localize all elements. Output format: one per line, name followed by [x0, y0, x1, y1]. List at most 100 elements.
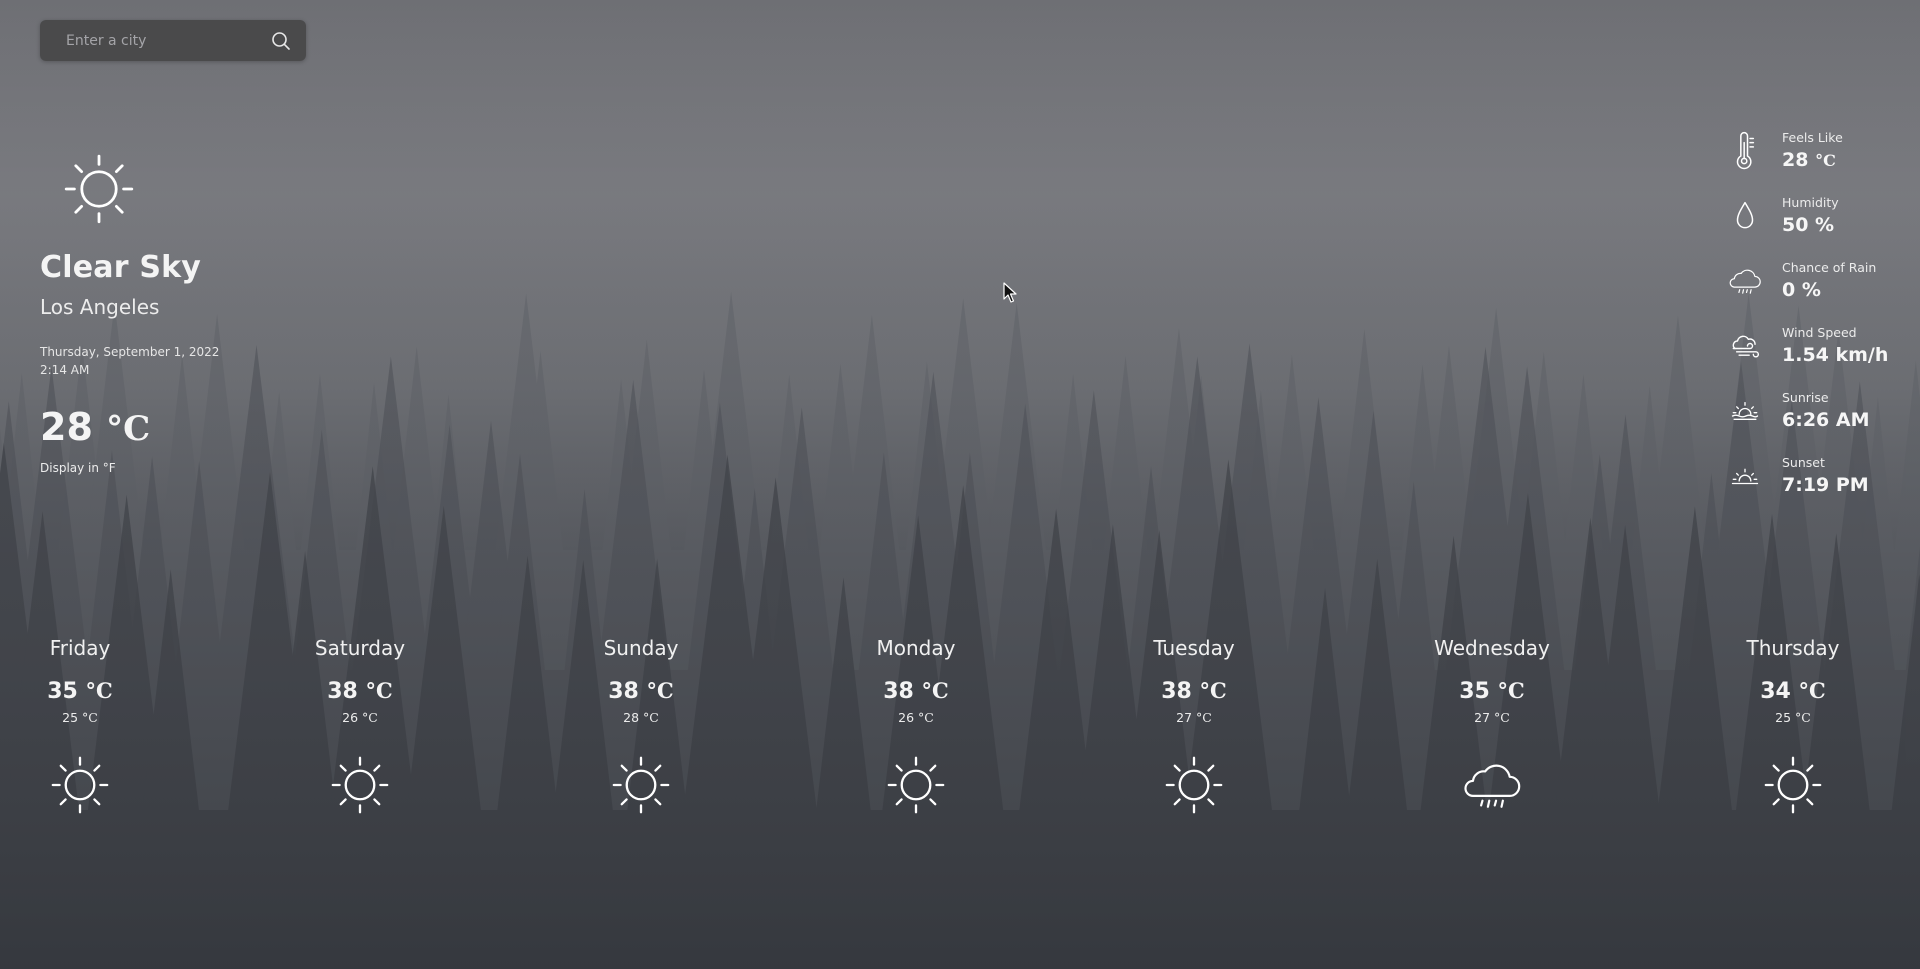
detail-value-number: 50 % [1782, 214, 1835, 236]
mouse-cursor [1003, 282, 1017, 303]
detail-chance-of-rain: Chance of Rain 0 % [1726, 248, 1916, 313]
detail-value-number: 28 [1782, 149, 1809, 171]
forecast-min-temp: 25 °C [1693, 710, 1893, 725]
forecast-max-unit: °C [1497, 678, 1525, 703]
forecast-min-value: 25 [1775, 710, 1792, 725]
forecast-max-value: 38 [883, 679, 914, 704]
forecast-max-unit: °C [1199, 678, 1227, 703]
forecast-max-temp: 38 °C [816, 678, 1016, 704]
forecast-day-name: Wednesday [1434, 636, 1550, 660]
detail-value: 50 % [1782, 214, 1839, 236]
forecast-min-unit: °C [643, 710, 659, 725]
forecast-min-value: 25 [62, 710, 79, 725]
detail-label: Humidity [1782, 195, 1839, 210]
forecast-max-temp: 38 °C [260, 678, 460, 704]
sun-icon [326, 751, 394, 819]
detail-value-number: 1.54 km/h [1782, 344, 1889, 366]
forecast-min-temp: 25 °C [0, 710, 180, 725]
detail-text: Humidity 50 % [1782, 195, 1839, 236]
forecast-max-temp: 38 °C [541, 678, 741, 704]
detail-value-number: 7:19 PM [1782, 474, 1869, 496]
sunrise-icon [1726, 388, 1764, 434]
sunset-icon [1726, 453, 1764, 499]
forecast-day-name: Monday [876, 636, 956, 660]
unit-toggle-link[interactable]: Display in °F [40, 461, 400, 475]
forecast-day-name: Saturday [314, 636, 406, 660]
current-temp-value: 28 [40, 405, 93, 449]
detail-label: Sunset [1782, 455, 1825, 470]
rain-cloud-icon [1726, 258, 1764, 304]
forecast-day-tuesday: Tuesday 38 °C 27 °C [1094, 636, 1294, 819]
wind-icon [1726, 323, 1764, 369]
current-time: 2:14 AM [40, 363, 90, 377]
detail-value-number: 6:26 AM [1782, 409, 1870, 431]
detail-value: 28 °C [1782, 149, 1843, 171]
city-name: Los Angeles [40, 295, 160, 319]
current-temp-unit: °C [106, 409, 151, 449]
weather-details-panel: Feels Like 28 °C Humidity 50 % Chance of Rai… [1726, 118, 1916, 508]
sun-icon [882, 751, 950, 819]
forecast-max-value: 38 [1161, 679, 1192, 704]
forecast-day-monday: Monday 38 °C 26 °C [816, 636, 1016, 819]
forecast-min-value: 26 [898, 710, 915, 725]
forecast-max-value: 35 [47, 679, 78, 704]
detail-text: Sunset 7:19 PM [1782, 455, 1869, 496]
detail-value: 1.54 km/h [1782, 344, 1888, 366]
forecast-min-value: 28 [623, 710, 640, 725]
forecast-min-unit: °C [1795, 710, 1811, 725]
sun-icon [1160, 751, 1228, 819]
current-weather-panel: Clear Sky Los Angeles Thursday, Septembe… [40, 148, 400, 475]
detail-sunrise: Sunrise 6:26 AM [1726, 378, 1916, 443]
forecast-max-temp: 34 °C [1693, 678, 1893, 704]
forecast-max-value: 38 [608, 679, 639, 704]
forecast-max-unit: °C [1798, 678, 1826, 703]
forecast-min-value: 27 [1176, 710, 1193, 725]
forecast-max-temp: 35 °C [1392, 678, 1592, 704]
detail-text: Feels Like 28 °C [1782, 130, 1843, 171]
forecast-min-temp: 26 °C [816, 710, 1016, 725]
forecast-max-unit: °C [921, 678, 949, 703]
forecast-max-unit: °C [85, 678, 113, 703]
forecast-max-value: 38 [327, 679, 358, 704]
forecast-day-name: Friday [49, 636, 111, 660]
forecast-max-temp: 35 °C [0, 678, 180, 704]
detail-text: Sunrise 6:26 AM [1782, 390, 1870, 431]
forecast-min-unit: °C [362, 710, 378, 725]
forecast-min-unit: °C [1494, 710, 1510, 725]
forecast-day-name: Tuesday [1153, 636, 1235, 660]
forecast-day-thursday: Thursday 34 °C 25 °C [1693, 636, 1893, 819]
detail-label: Chance of Rain [1782, 260, 1877, 275]
detail-text: Wind Speed 1.54 km/h [1782, 325, 1888, 366]
current-temperature: 28 °C [40, 405, 400, 449]
sun-icon [58, 148, 140, 230]
forecast-min-value: 26 [342, 710, 359, 725]
detail-value: 0 % [1782, 279, 1876, 301]
detail-wind-speed: Wind Speed 1.54 km/h [1726, 313, 1916, 378]
forecast-max-unit: °C [646, 678, 674, 703]
detail-label: Feels Like [1782, 130, 1843, 145]
forecast-min-unit: °C [82, 710, 98, 725]
forecast-min-temp: 27 °C [1094, 710, 1294, 725]
detail-value-unit: °C [1815, 151, 1836, 170]
sun-icon [46, 751, 114, 819]
sun-icon [607, 751, 675, 819]
forecast-min-temp: 28 °C [541, 710, 741, 725]
forecast-day-name: Sunday [603, 636, 679, 660]
detail-text: Chance of Rain 0 % [1782, 260, 1876, 301]
forest-background [0, 0, 1920, 969]
search-icon[interactable] [270, 30, 292, 52]
forecast-max-unit: °C [365, 678, 393, 703]
forecast-day-friday: Friday 35 °C 25 °C [0, 636, 180, 819]
detail-value: 7:19 PM [1782, 474, 1869, 496]
detail-value: 6:26 AM [1782, 409, 1870, 431]
thermometer-icon [1726, 128, 1764, 174]
search-bar [40, 19, 306, 62]
forecast-day-saturday: Saturday 38 °C 26 °C [260, 636, 460, 819]
forecast-min-unit: °C [1196, 710, 1212, 725]
search-input[interactable] [64, 19, 270, 62]
humidity-drop-icon [1726, 193, 1764, 239]
forecast-day-wednesday: Wednesday 35 °C 27 °C [1392, 636, 1592, 819]
detail-feels-like: Feels Like 28 °C [1726, 118, 1916, 183]
date-time: Thursday, September 1, 2022 2:14 AM [40, 343, 400, 379]
detail-label: Wind Speed [1782, 325, 1857, 340]
